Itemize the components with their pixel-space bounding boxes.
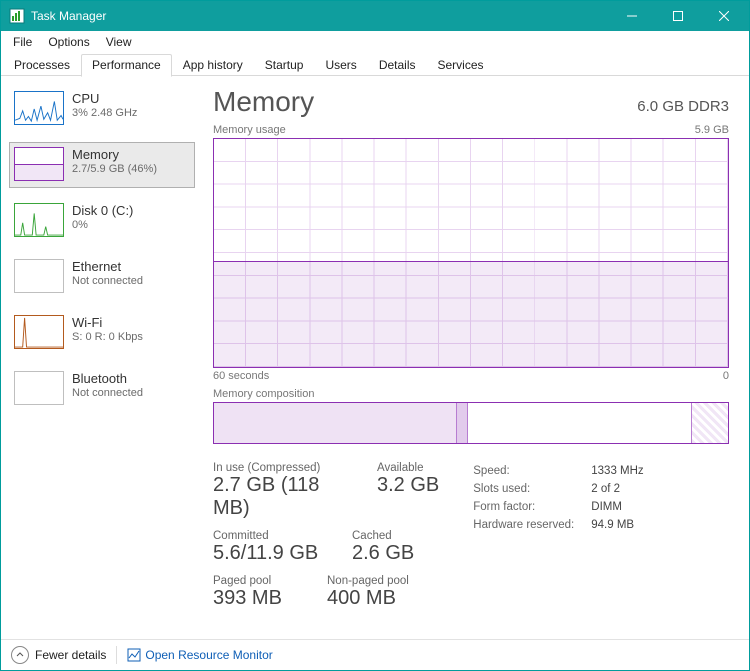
- stat-label: Available: [377, 462, 439, 474]
- stat-label: Non-paged pool: [327, 575, 409, 587]
- chart-max-label: 5.9 GB: [695, 124, 729, 136]
- tab-details[interactable]: Details: [368, 54, 427, 76]
- chevron-up-icon[interactable]: [11, 646, 29, 664]
- tabbar: Processes Performance App history Startu…: [1, 52, 749, 76]
- composition-label: Memory composition: [213, 388, 729, 400]
- sidebar-item-sub: 0%: [72, 219, 133, 231]
- ethernet-thumb-icon: [14, 259, 64, 293]
- page-subtitle: 6.0 GB DDR3: [637, 98, 729, 115]
- page-title: Memory: [213, 86, 314, 118]
- composition-modified: [457, 403, 468, 443]
- sidebar-item-memory[interactable]: Memory 2.7/5.9 GB (46%): [9, 142, 195, 188]
- tab-startup[interactable]: Startup: [254, 54, 315, 76]
- maximize-button[interactable]: [655, 1, 701, 31]
- chart-label: Memory usage: [213, 124, 286, 136]
- task-manager-window: Task Manager File Options View Processes…: [0, 0, 750, 671]
- stat-label: Committed: [213, 530, 328, 542]
- composition-in-use: [214, 403, 457, 443]
- composition-free: [468, 403, 691, 443]
- memory-usage-fill: [214, 261, 728, 367]
- tab-processes[interactable]: Processes: [3, 54, 81, 76]
- sidebar-item-label: Ethernet: [72, 259, 143, 274]
- stat-label: Cached: [352, 530, 414, 542]
- divider: [116, 646, 117, 664]
- table-row: Form factor:DIMM: [473, 498, 643, 516]
- stat-value: 400 MB: [327, 587, 409, 610]
- stat-value: 5.6/11.9 GB: [213, 542, 328, 565]
- composition-reserved: [691, 403, 728, 443]
- stat-value: 2.6 GB: [352, 542, 414, 565]
- menu-options[interactable]: Options: [40, 33, 97, 51]
- stat-value: 3.2 GB: [377, 474, 439, 497]
- wifi-thumb-icon: [14, 315, 64, 349]
- stat-value: 2.7 GB (118 MB): [213, 474, 353, 520]
- menu-view[interactable]: View: [98, 33, 140, 51]
- chart-x-right: 0: [723, 370, 729, 382]
- sidebar-item-sub: Not connected: [72, 275, 143, 287]
- stats-grid: In use (Compressed) 2.7 GB (118 MB) Avai…: [213, 462, 729, 610]
- sidebar-item-label: Wi-Fi: [72, 315, 143, 330]
- sidebar-item-sub: Not connected: [72, 387, 143, 399]
- stat-value: 393 MB: [213, 587, 303, 610]
- memory-thumb-icon: [14, 147, 64, 181]
- sidebar-item-bluetooth[interactable]: Bluetooth Not connected: [9, 366, 195, 412]
- window-title: Task Manager: [31, 9, 106, 23]
- sidebar-item-label: CPU: [72, 91, 137, 106]
- menubar: File Options View: [1, 31, 749, 52]
- titlebar[interactable]: Task Manager: [1, 1, 749, 31]
- stat-label: In use (Compressed): [213, 462, 353, 474]
- main-panel: Memory 6.0 GB DDR3 Memory usage 5.9 GB 6…: [195, 76, 749, 639]
- cpu-thumb-icon: [14, 91, 64, 125]
- menu-file[interactable]: File: [5, 33, 40, 51]
- sidebar-item-disk[interactable]: Disk 0 (C:) 0%: [9, 198, 195, 244]
- tab-performance[interactable]: Performance: [81, 54, 172, 77]
- memory-usage-chart[interactable]: [213, 138, 729, 368]
- app-icon: [9, 8, 25, 24]
- footer: Fewer details Open Resource Monitor: [1, 639, 749, 670]
- sidebar-item-label: Bluetooth: [72, 371, 143, 386]
- tab-services[interactable]: Services: [427, 54, 495, 76]
- disk-thumb-icon: [14, 203, 64, 237]
- stat-label: Paged pool: [213, 575, 303, 587]
- sidebar-item-label: Disk 0 (C:): [72, 203, 133, 218]
- sidebar-item-wifi[interactable]: Wi-Fi S: 0 R: 0 Kbps: [9, 310, 195, 356]
- bluetooth-thumb-icon: [14, 371, 64, 405]
- close-button[interactable]: [701, 1, 747, 31]
- table-row: Speed:1333 MHz: [473, 462, 643, 480]
- sidebar-item-label: Memory: [72, 147, 157, 162]
- tab-app-history[interactable]: App history: [172, 54, 254, 76]
- tab-users[interactable]: Users: [314, 54, 367, 76]
- sidebar-item-sub: 3% 2.48 GHz: [72, 107, 137, 119]
- memory-composition-chart[interactable]: [213, 402, 729, 444]
- sidebar: CPU 3% 2.48 GHz Memory 2.7/5.9 GB (46%): [1, 76, 195, 639]
- sidebar-item-sub: 2.7/5.9 GB (46%): [72, 163, 157, 175]
- sidebar-item-ethernet[interactable]: Ethernet Not connected: [9, 254, 195, 300]
- minimize-button[interactable]: [609, 1, 655, 31]
- table-row: Hardware reserved:94.9 MB: [473, 516, 643, 534]
- sidebar-item-sub: S: 0 R: 0 Kbps: [72, 331, 143, 343]
- body: CPU 3% 2.48 GHz Memory 2.7/5.9 GB (46%): [1, 76, 749, 639]
- resource-monitor-icon: [127, 648, 141, 662]
- chart-x-left: 60 seconds: [213, 370, 269, 382]
- open-resource-monitor-link[interactable]: Open Resource Monitor: [145, 648, 272, 662]
- memory-details-table: Speed:1333 MHz Slots used:2 of 2 Form fa…: [473, 462, 643, 610]
- table-row: Slots used:2 of 2: [473, 480, 643, 498]
- fewer-details-link[interactable]: Fewer details: [35, 648, 106, 662]
- sidebar-item-cpu[interactable]: CPU 3% 2.48 GHz: [9, 86, 195, 132]
